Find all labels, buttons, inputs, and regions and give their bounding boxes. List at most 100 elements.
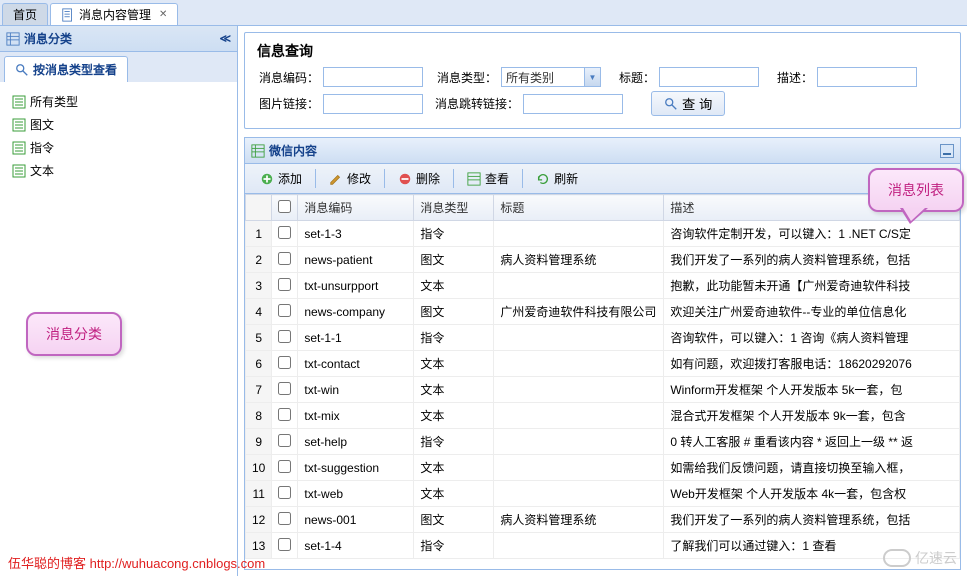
input-title[interactable] [659, 67, 759, 87]
toolbar: 添加 修改 删除 查看 刷新 [245, 164, 960, 194]
delete-button[interactable]: 删除 [389, 167, 449, 190]
view-button[interactable]: 查看 [458, 167, 518, 190]
tree-item-all[interactable]: 所有类型 [8, 90, 229, 113]
search-icon [664, 97, 678, 111]
sidebar-tab-by-type[interactable]: 按消息类型查看 [4, 56, 128, 82]
refresh-button[interactable]: 刷新 [527, 167, 587, 190]
cell-desc: 我们开发了一系列的病人资料管理系统，包括 [664, 507, 960, 533]
cell-type: 图文 [414, 247, 494, 273]
cell-checkbox[interactable] [272, 377, 298, 403]
table-row[interactable]: 7 txt-win 文本 Winform开发框架 个人开发版本 5k一套，包 [246, 377, 960, 403]
cell-checkbox[interactable] [272, 507, 298, 533]
grid-icon [251, 144, 265, 158]
cell-checkbox[interactable] [272, 299, 298, 325]
tree-item-news[interactable]: 图文 [8, 113, 229, 136]
row-checkbox[interactable] [278, 434, 291, 447]
cell-checkbox[interactable] [272, 351, 298, 377]
row-checkbox[interactable] [278, 304, 291, 317]
row-checkbox[interactable] [278, 330, 291, 343]
tree-item-text[interactable]: 文本 [8, 159, 229, 182]
label-jump: 消息跳转链接： [427, 95, 519, 112]
callout-list: 消息列表 [868, 168, 964, 212]
table-row[interactable]: 5 set-1-1 指令 咨询软件，可以键入：1 咨询《病人资料管理 [246, 325, 960, 351]
row-checkbox[interactable] [278, 226, 291, 239]
cell-checkbox[interactable] [272, 403, 298, 429]
label-desc: 描述： [763, 69, 813, 86]
row-checkbox[interactable] [278, 278, 291, 291]
col-checkbox-header[interactable] [272, 195, 298, 221]
cell-code: txt-web [298, 481, 414, 507]
cell-desc: Web开发框架 个人开发版本 4k一套，包含权 [664, 481, 960, 507]
row-checkbox[interactable] [278, 538, 291, 551]
input-desc[interactable] [817, 67, 917, 87]
row-checkbox[interactable] [278, 356, 291, 369]
tab-home[interactable]: 首页 [2, 3, 48, 25]
table-row[interactable]: 4 news-company 图文 广州爱奇迪软件科技有限公司 欢迎关注广州爱奇… [246, 299, 960, 325]
collapse-icon[interactable]: ≪ [219, 32, 231, 45]
table-row[interactable]: 13 set-1-4 指令 了解我们可以通过键入：1 查看 [246, 533, 960, 559]
grid-header: 微信内容 [245, 138, 960, 164]
cell-code: set-1-3 [298, 221, 414, 247]
sidebar-header: 消息分类 ≪ [0, 26, 237, 52]
table-row[interactable]: 12 news-001 图文 病人资料管理系统 我们开发了一系列的病人资料管理系… [246, 507, 960, 533]
cell-checkbox[interactable] [272, 533, 298, 559]
search-button[interactable]: 查 询 [651, 91, 725, 116]
add-button[interactable]: 添加 [251, 167, 311, 190]
input-jump[interactable] [523, 94, 623, 114]
table-row[interactable]: 8 txt-mix 文本 混合式开发框架 个人开发版本 9k一套，包含 [246, 403, 960, 429]
col-code[interactable]: 消息编码 [298, 195, 414, 221]
cell-type: 文本 [414, 403, 494, 429]
cell-checkbox[interactable] [272, 221, 298, 247]
cell-desc: 欢迎关注广州爱奇迪软件--专业的单位信息化 [664, 299, 960, 325]
table-row[interactable]: 1 set-1-3 指令 咨询软件定制开发，可以键入：1 .NET C/S定 [246, 221, 960, 247]
cell-type: 指令 [414, 221, 494, 247]
tab-message-content[interactable]: 消息内容管理 ✕ [50, 3, 178, 25]
cell-title [494, 273, 664, 299]
cell-type: 文本 [414, 377, 494, 403]
row-checkbox[interactable] [278, 512, 291, 525]
cell-checkbox[interactable] [272, 429, 298, 455]
select-type[interactable]: 所有类别▼ [501, 67, 601, 87]
cell-desc: 混合式开发框架 个人开发版本 9k一套，包含 [664, 403, 960, 429]
table-row[interactable]: 3 txt-unsurpport 文本 抱歉，此功能暂未开通【广州爱奇迪软件科技 [246, 273, 960, 299]
row-checkbox[interactable] [278, 460, 291, 473]
pencil-icon [329, 172, 343, 186]
page-icon [61, 8, 75, 22]
row-checkbox[interactable] [278, 408, 291, 421]
cloud-icon [883, 549, 911, 567]
cell-desc: 0 转人工客服 # 重看该内容 * 返回上一级 ** 返 [664, 429, 960, 455]
row-checkbox[interactable] [278, 382, 291, 395]
data-table: 消息编码 消息类型 标题 描述 1 set-1-3 指令 咨询软件定制开发，可以… [245, 194, 960, 559]
edit-button[interactable]: 修改 [320, 167, 380, 190]
cell-code: news-001 [298, 507, 414, 533]
table-row[interactable]: 11 txt-web 文本 Web开发框架 个人开发版本 4k一套，包含权 [246, 481, 960, 507]
col-title[interactable]: 标题 [494, 195, 664, 221]
table-row[interactable]: 2 news-patient 图文 病人资料管理系统 我们开发了一系列的病人资料… [246, 247, 960, 273]
close-icon[interactable]: ✕ [159, 9, 167, 20]
row-checkbox[interactable] [278, 486, 291, 499]
table-row[interactable]: 9 set-help 指令 0 转人工客服 # 重看该内容 * 返回上一级 **… [246, 429, 960, 455]
cell-checkbox[interactable] [272, 455, 298, 481]
cell-type: 指令 [414, 429, 494, 455]
cell-checkbox[interactable] [272, 247, 298, 273]
minimize-icon[interactable] [940, 144, 954, 158]
watermark: 亿速云 [883, 548, 957, 568]
input-img[interactable] [323, 94, 423, 114]
cell-desc: Winform开发框架 个人开发版本 5k一套，包 [664, 377, 960, 403]
table-row[interactable]: 10 txt-suggestion 文本 如需给我们反馈问题，请直接切换至输入框… [246, 455, 960, 481]
plus-icon [260, 172, 274, 186]
col-type[interactable]: 消息类型 [414, 195, 494, 221]
cell-checkbox[interactable] [272, 325, 298, 351]
marker-icon [12, 118, 26, 132]
grid-body[interactable]: 消息编码 消息类型 标题 描述 1 set-1-3 指令 咨询软件定制开发，可以… [245, 194, 960, 569]
cell-desc: 如需给我们反馈问题，请直接切换至输入框， [664, 455, 960, 481]
tree-item-command[interactable]: 指令 [8, 136, 229, 159]
cell-checkbox[interactable] [272, 273, 298, 299]
cell-rownum: 8 [246, 403, 272, 429]
checkbox-all[interactable] [278, 200, 291, 213]
table-row[interactable]: 6 txt-contact 文本 如有问题，欢迎拨打客服电话：186202920… [246, 351, 960, 377]
cell-type: 文本 [414, 351, 494, 377]
input-code[interactable] [323, 67, 423, 87]
row-checkbox[interactable] [278, 252, 291, 265]
cell-checkbox[interactable] [272, 481, 298, 507]
